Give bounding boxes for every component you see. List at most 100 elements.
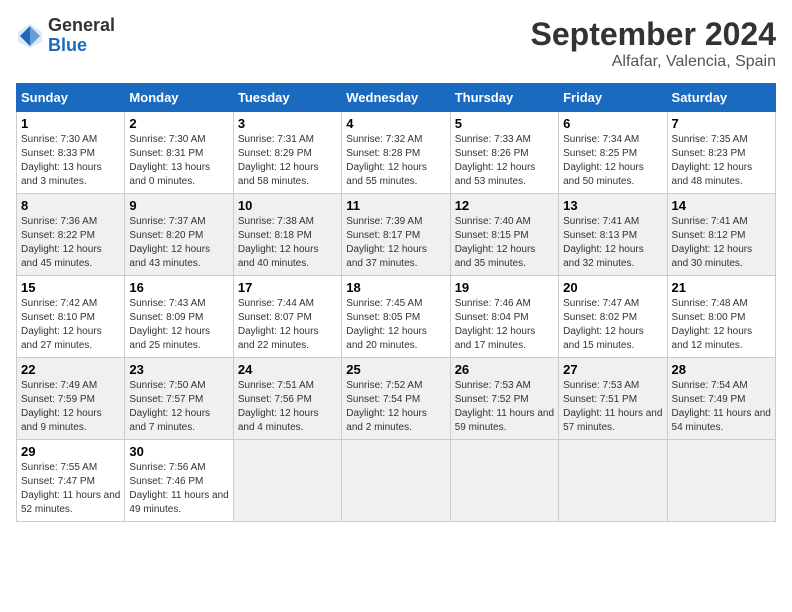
day-number: 24 [238,362,337,377]
cell-info: Sunrise: 7:41 AMSunset: 8:12 PMDaylight:… [672,216,753,269]
cell-info: Sunrise: 7:44 AMSunset: 8:07 PMDaylight:… [238,298,319,351]
day-number: 30 [129,444,228,459]
day-number: 29 [21,444,120,459]
cell-info: Sunrise: 7:51 AMSunset: 7:56 PMDaylight:… [238,380,319,433]
cell-info: Sunrise: 7:41 AMSunset: 8:13 PMDaylight:… [563,216,644,269]
header-day-saturday: Saturday [667,84,775,112]
calendar-cell: 2 Sunrise: 7:30 AMSunset: 8:31 PMDaylight… [125,112,233,194]
cell-info: Sunrise: 7:42 AMSunset: 8:10 PMDaylight:… [21,298,102,351]
calendar-cell [559,440,667,522]
day-number: 7 [672,116,771,131]
day-number: 2 [129,116,228,131]
logo-icon [16,22,44,50]
day-number: 14 [672,198,771,213]
header-row: SundayMondayTuesdayWednesdayThursdayFrid… [17,84,776,112]
page-header: General Blue September 2024 Alfafar, Val… [16,16,776,71]
day-number: 16 [129,280,228,295]
calendar-table: SundayMondayTuesdayWednesdayThursdayFrid… [16,83,776,522]
cell-info: Sunrise: 7:36 AMSunset: 8:22 PMDaylight:… [21,216,102,269]
day-number: 18 [346,280,445,295]
day-number: 9 [129,198,228,213]
day-number: 28 [672,362,771,377]
location-text: Alfafar, Valencia, Spain [531,53,776,71]
header-day-tuesday: Tuesday [233,84,341,112]
day-number: 12 [455,198,554,213]
cell-info: Sunrise: 7:43 AMSunset: 8:09 PMDaylight:… [129,298,210,351]
day-number: 4 [346,116,445,131]
calendar-cell: 25 Sunrise: 7:52 AMSunset: 7:54 PMDayligh… [342,358,450,440]
calendar-cell: 4 Sunrise: 7:32 AMSunset: 8:28 PMDaylight… [342,112,450,194]
calendar-cell: 1 Sunrise: 7:30 AMSunset: 8:33 PMDaylight… [17,112,125,194]
day-number: 13 [563,198,662,213]
cell-info: Sunrise: 7:30 AMSunset: 8:33 PMDaylight:… [21,134,102,187]
cell-info: Sunrise: 7:39 AMSunset: 8:17 PMDaylight:… [346,216,427,269]
calendar-cell: 29 Sunrise: 7:55 AMSunset: 7:47 PMDayligh… [17,440,125,522]
calendar-cell: 13 Sunrise: 7:41 AMSunset: 8:13 PMDayligh… [559,194,667,276]
day-number: 8 [21,198,120,213]
cell-info: Sunrise: 7:30 AMSunset: 8:31 PMDaylight:… [129,134,210,187]
calendar-cell: 23Sunrise: 7:50 AMSunset: 7:57 PMDayligh… [125,358,233,440]
calendar-cell: 17 Sunrise: 7:44 AMSunset: 8:07 PMDayligh… [233,276,341,358]
calendar-week-3: 15 Sunrise: 7:42 AMSunset: 8:10 PMDayligh… [17,276,776,358]
logo-blue-text: Blue [48,35,87,55]
calendar-cell: 6 Sunrise: 7:34 AMSunset: 8:25 PMDaylight… [559,112,667,194]
cell-info: Sunrise: 7:49 AMSunset: 7:59 PMDaylight:… [21,380,102,433]
logo-general-text: General [48,15,115,35]
header-day-wednesday: Wednesday [342,84,450,112]
calendar-cell: 15 Sunrise: 7:42 AMSunset: 8:10 PMDayligh… [17,276,125,358]
cell-info: Sunrise: 7:56 AMSunset: 7:46 PMDaylight:… [129,462,228,515]
calendar-week-2: 8 Sunrise: 7:36 AMSunset: 8:22 PMDaylight… [17,194,776,276]
calendar-cell: 19Sunrise: 7:46 AMSunset: 8:04 PMDayligh… [450,276,558,358]
calendar-cell: 14 Sunrise: 7:41 AMSunset: 8:12 PMDayligh… [667,194,775,276]
calendar-cell: 3Sunrise: 7:31 AMSunset: 8:29 PMDaylight… [233,112,341,194]
cell-info: Sunrise: 7:40 AMSunset: 8:15 PMDaylight:… [455,216,536,269]
calendar-cell: 20Sunrise: 7:47 AMSunset: 8:02 PMDayligh… [559,276,667,358]
cell-info: Sunrise: 7:32 AMSunset: 8:28 PMDaylight:… [346,134,427,187]
cell-info: Sunrise: 7:52 AMSunset: 7:54 PMDaylight:… [346,380,427,433]
calendar-cell: 11 Sunrise: 7:39 AMSunset: 8:17 PMDayligh… [342,194,450,276]
calendar-cell: 26 Sunrise: 7:53 AMSunset: 7:52 PMDayligh… [450,358,558,440]
header-day-sunday: Sunday [17,84,125,112]
calendar-cell: 30 Sunrise: 7:56 AMSunset: 7:46 PMDayligh… [125,440,233,522]
calendar-week-1: 1 Sunrise: 7:30 AMSunset: 8:33 PMDaylight… [17,112,776,194]
cell-info: Sunrise: 7:45 AMSunset: 8:05 PMDaylight:… [346,298,427,351]
calendar-cell: 22 Sunrise: 7:49 AMSunset: 7:59 PMDayligh… [17,358,125,440]
day-number: 21 [672,280,771,295]
day-number: 6 [563,116,662,131]
header-day-thursday: Thursday [450,84,558,112]
day-number: 26 [455,362,554,377]
header-day-monday: Monday [125,84,233,112]
cell-info: Sunrise: 7:35 AMSunset: 8:23 PMDaylight:… [672,134,753,187]
cell-info: Sunrise: 7:53 AMSunset: 7:51 PMDaylight:… [563,380,662,433]
calendar-week-4: 22 Sunrise: 7:49 AMSunset: 7:59 PMDayligh… [17,358,776,440]
day-number: 19 [455,280,554,295]
day-number: 1 [21,116,120,131]
calendar-cell [233,440,341,522]
day-number: 22 [21,362,120,377]
day-number: 15 [21,280,120,295]
day-number: 27 [563,362,662,377]
day-number: 17 [238,280,337,295]
cell-info: Sunrise: 7:33 AMSunset: 8:26 PMDaylight:… [455,134,536,187]
cell-info: Sunrise: 7:54 AMSunset: 7:49 PMDaylight:… [672,380,771,433]
cell-info: Sunrise: 7:38 AMSunset: 8:18 PMDaylight:… [238,216,319,269]
calendar-cell: 27 Sunrise: 7:53 AMSunset: 7:51 PMDayligh… [559,358,667,440]
day-number: 11 [346,198,445,213]
day-number: 5 [455,116,554,131]
calendar-cell: 28 Sunrise: 7:54 AMSunset: 7:49 PMDayligh… [667,358,775,440]
cell-info: Sunrise: 7:34 AMSunset: 8:25 PMDaylight:… [563,134,644,187]
calendar-cell: 16 Sunrise: 7:43 AMSunset: 8:09 PMDayligh… [125,276,233,358]
month-title: September 2024 [531,16,776,53]
cell-info: Sunrise: 7:48 AMSunset: 8:00 PMDaylight:… [672,298,753,351]
cell-info: Sunrise: 7:31 AMSunset: 8:29 PMDaylight:… [238,134,319,187]
calendar-cell: 24 Sunrise: 7:51 AMSunset: 7:56 PMDayligh… [233,358,341,440]
calendar-cell: 9Sunrise: 7:37 AMSunset: 8:20 PMDaylight… [125,194,233,276]
calendar-cell [450,440,558,522]
cell-info: Sunrise: 7:55 AMSunset: 7:47 PMDaylight:… [21,462,120,515]
logo: General Blue [16,16,115,56]
day-number: 25 [346,362,445,377]
calendar-cell: 12 Sunrise: 7:40 AMSunset: 8:15 PMDayligh… [450,194,558,276]
day-number: 23 [129,362,228,377]
title-block: September 2024 Alfafar, Valencia, Spain [531,16,776,71]
cell-info: Sunrise: 7:53 AMSunset: 7:52 PMDaylight:… [455,380,554,433]
